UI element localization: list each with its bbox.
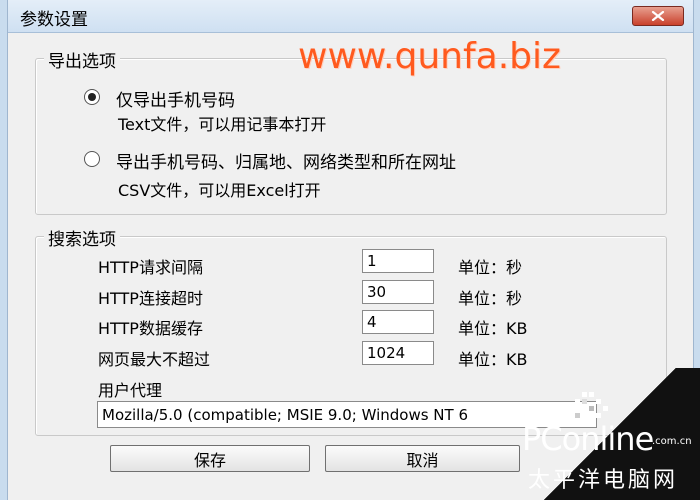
http-request-interval-label: HTTP请求间隔 bbox=[98, 258, 203, 277]
close-icon bbox=[651, 11, 665, 21]
window-title: 参数设置 bbox=[20, 10, 88, 30]
export-options-label: 导出选项 bbox=[44, 47, 120, 72]
http-data-cache-unit: 单位：KB bbox=[458, 319, 528, 338]
http-connect-timeout-label: HTTP连接超时 bbox=[98, 289, 203, 308]
option-export-phone-only-desc: Text文件，可以用记事本打开 bbox=[118, 115, 327, 134]
option-export-full-desc: CSV文件，可以用Excel打开 bbox=[118, 181, 321, 200]
radio-export-phone-only[interactable] bbox=[84, 89, 100, 105]
page-max-size-input[interactable]: 1024 bbox=[362, 341, 434, 365]
pconline-logo: PConline .com.cn 太平洋电脑网 bbox=[520, 368, 700, 500]
http-request-interval-input[interactable]: 1 bbox=[362, 249, 434, 273]
page-max-size-unit: 单位：KB bbox=[458, 350, 528, 369]
page-max-size-label: 网页最大不超过 bbox=[98, 350, 211, 369]
pconline-logo-domain: .com.cn bbox=[652, 436, 692, 447]
save-button[interactable]: 保存 bbox=[110, 445, 310, 472]
http-connect-timeout-unit: 单位：秒 bbox=[458, 289, 523, 308]
http-data-cache-input[interactable]: 4 bbox=[362, 310, 434, 334]
watermark-text: www.qunfa.biz bbox=[298, 36, 561, 77]
title-bar[interactable] bbox=[0, 0, 700, 33]
cancel-button[interactable]: 取消 bbox=[325, 445, 520, 472]
http-request-interval-unit: 单位：秒 bbox=[458, 258, 523, 277]
close-button[interactable] bbox=[632, 6, 684, 26]
window-frame-left bbox=[0, 0, 8, 500]
http-data-cache-label: HTTP数据缓存 bbox=[98, 319, 203, 338]
search-options-label: 搜索选项 bbox=[44, 225, 120, 250]
pconline-logo-text: PConline bbox=[522, 420, 654, 458]
option-export-full-label[interactable]: 导出手机号码、归属地、网络类型和所在网址 bbox=[116, 148, 456, 173]
pconline-logo-cn: 太平洋电脑网 bbox=[528, 468, 679, 493]
http-connect-timeout-input[interactable]: 30 bbox=[362, 280, 434, 304]
user-agent-label: 用户代理 bbox=[98, 381, 163, 400]
option-export-phone-only-label[interactable]: 仅导出手机号码 bbox=[116, 86, 235, 111]
radio-export-full[interactable] bbox=[84, 151, 100, 167]
